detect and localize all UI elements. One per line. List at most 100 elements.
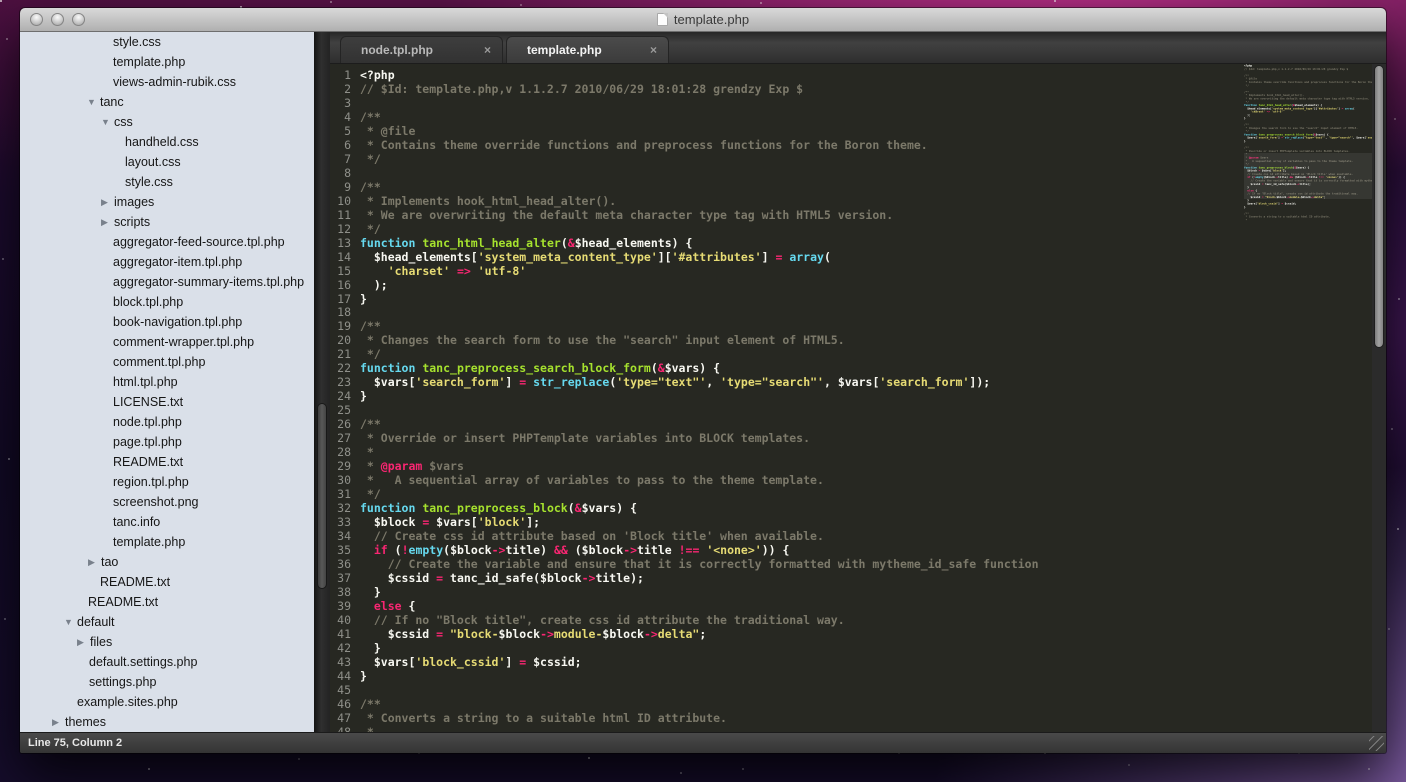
disclosure-triangle-icon[interactable]: ▶ xyxy=(101,192,114,212)
zoom-button[interactable] xyxy=(72,13,85,26)
editor-scrollbar[interactable] xyxy=(1372,64,1386,732)
tree-item-layout.css[interactable]: layout.css xyxy=(20,152,314,172)
code-area[interactable]: 1<?php2// $Id: template.php,v 1.1.2.7 20… xyxy=(330,64,1372,732)
title-bar[interactable]: template.php xyxy=(20,8,1386,32)
tree-folder-tao[interactable]: ▶tao xyxy=(20,552,314,572)
line-number: 5 xyxy=(330,124,360,138)
tree-item-aggregator-item.tpl.php[interactable]: aggregator-item.tpl.php xyxy=(20,252,314,272)
disclosure-triangle-icon[interactable]: ▼ xyxy=(64,612,77,632)
disclosure-triangle-icon[interactable]: ▶ xyxy=(52,712,65,732)
tree-item-label: LICENSE.txt xyxy=(113,395,183,409)
disclosure-triangle-icon[interactable]: ▶ xyxy=(101,212,114,232)
code-line: 32function tanc_preprocess_block(&$vars)… xyxy=(330,501,1372,515)
sidebar-scrollbar-thumb[interactable] xyxy=(317,403,327,589)
tree-item-template.php[interactable]: template.php xyxy=(20,52,314,72)
minimap[interactable]: <?php// $Id: template.php,v 1.1.2.7 2010… xyxy=(1244,64,1372,732)
tree-item-example.sites.php[interactable]: example.sites.php xyxy=(20,692,314,712)
line-number: 16 xyxy=(330,278,360,292)
tree-item-label: tanc.info xyxy=(113,515,160,529)
tree-item-aggregator-summary-items.tpl.php[interactable]: aggregator-summary-items.tpl.php xyxy=(20,272,314,292)
editor-scrollbar-thumb[interactable] xyxy=(1374,65,1384,348)
tab-close-icon[interactable]: × xyxy=(650,43,657,57)
tree-item-settings.php[interactable]: settings.php xyxy=(20,672,314,692)
line-number: 40 xyxy=(330,613,360,627)
tree-item-tanc.info[interactable]: tanc.info xyxy=(20,512,314,532)
close-button[interactable] xyxy=(30,13,43,26)
tree-item-screenshot.png[interactable]: screenshot.png xyxy=(20,492,314,512)
tree-item-label: screenshot.png xyxy=(113,495,198,509)
code-line: 27 * Override or insert PHPTemplate vari… xyxy=(330,431,1372,445)
line-number: 1 xyxy=(330,68,360,82)
disclosure-triangle-icon[interactable]: ▶ xyxy=(77,632,90,652)
tree-item-page.tpl.php[interactable]: page.tpl.php xyxy=(20,432,314,452)
disclosure-triangle-icon[interactable]: ▼ xyxy=(101,112,114,132)
line-number: 38 xyxy=(330,585,360,599)
line-number: 14 xyxy=(330,250,360,264)
tree-item-block.tpl.php[interactable]: block.tpl.php xyxy=(20,292,314,312)
line-number: 3 xyxy=(330,96,360,110)
tree-item-label: template.php xyxy=(113,535,185,549)
tree-folder-default[interactable]: ▼default xyxy=(20,612,314,632)
tree-item-README.txt[interactable]: README.txt xyxy=(20,592,314,612)
status-bar: Line 75, Column 2 xyxy=(20,732,1386,753)
tab-template.php[interactable]: template.php× xyxy=(506,36,669,63)
tree-item-aggregator-feed-source.tpl.php[interactable]: aggregator-feed-source.tpl.php xyxy=(20,232,314,252)
disclosure-triangle-icon[interactable]: ▼ xyxy=(87,92,100,112)
tree-item-README.txt[interactable]: README.txt xyxy=(20,572,314,592)
tree-item-views-admin-rubik.css[interactable]: views-admin-rubik.css xyxy=(20,72,314,92)
tree-item-label: views-admin-rubik.css xyxy=(113,75,236,89)
tree-item-html.tpl.php[interactable]: html.tpl.php xyxy=(20,372,314,392)
tree-item-LICENSE.txt[interactable]: LICENSE.txt xyxy=(20,392,314,412)
code-line: 18 xyxy=(330,305,1372,319)
minimap-viewport[interactable] xyxy=(1244,153,1372,199)
tree-item-comment.tpl.php[interactable]: comment.tpl.php xyxy=(20,352,314,372)
file-tree-sidebar[interactable]: style.css template.php views-admin-rubik.c… xyxy=(20,32,314,732)
tree-item-style.css[interactable]: style.css xyxy=(20,32,314,52)
line-number: 43 xyxy=(330,655,360,669)
line-number: 4 xyxy=(330,110,360,124)
resize-grip[interactable] xyxy=(1369,736,1384,751)
disclosure-triangle-icon[interactable]: ▶ xyxy=(88,552,101,572)
tab-close-icon[interactable]: × xyxy=(484,43,491,57)
line-number: 42 xyxy=(330,641,360,655)
tree-folder-files[interactable]: ▶files xyxy=(20,632,314,652)
tree-item-label: style.css xyxy=(113,35,161,49)
tree-folder-css[interactable]: ▼css xyxy=(20,112,314,132)
tree-item-book-navigation.tpl.php[interactable]: book-navigation.tpl.php xyxy=(20,312,314,332)
tree-item-label: layout.css xyxy=(125,155,181,169)
tree-folder-images[interactable]: ▶images xyxy=(20,192,314,212)
tree-item-default.settings.php[interactable]: default.settings.php xyxy=(20,652,314,672)
minimize-button[interactable] xyxy=(51,13,64,26)
line-number: 6 xyxy=(330,138,360,152)
line-number: 29 xyxy=(330,459,360,473)
tree-item-label: page.tpl.php xyxy=(113,435,182,449)
star-field xyxy=(0,0,2,2)
code-line: 34 // Create css id attribute based on '… xyxy=(330,529,1372,543)
tree-folder-tanc[interactable]: ▼tanc xyxy=(20,92,314,112)
line-number: 31 xyxy=(330,487,360,501)
tree-item-label: default.settings.php xyxy=(89,655,197,669)
tree-item-README.txt[interactable]: README.txt xyxy=(20,452,314,472)
tree-item-label: book-navigation.tpl.php xyxy=(113,315,242,329)
line-number: 33 xyxy=(330,515,360,529)
code-line: 38 } xyxy=(330,585,1372,599)
tree-item-label: README.txt xyxy=(113,455,183,469)
tree-item-node.tpl.php[interactable]: node.tpl.php xyxy=(20,412,314,432)
tree-item-style.css[interactable]: style.css xyxy=(20,172,314,192)
tab-node.tpl.php[interactable]: node.tpl.php× xyxy=(340,36,503,63)
code-line: 37 $cssid = tanc_id_safe($block->title); xyxy=(330,571,1372,585)
tree-item-handheld.css[interactable]: handheld.css xyxy=(20,132,314,152)
code-line: 15 'charset' => 'utf-8' xyxy=(330,264,1372,278)
tree-folder-themes[interactable]: ▶themes xyxy=(20,712,314,732)
line-number: 44 xyxy=(330,669,360,683)
line-number: 8 xyxy=(330,166,360,180)
line-number: 21 xyxy=(330,347,360,361)
tree-folder-scripts[interactable]: ▶scripts xyxy=(20,212,314,232)
tree-item-comment-wrapper.tpl.php[interactable]: comment-wrapper.tpl.php xyxy=(20,332,314,352)
tree-item-label: themes xyxy=(65,715,106,729)
tree-item-label: template.php xyxy=(113,55,185,69)
sidebar-scrollbar[interactable] xyxy=(314,32,330,732)
tree-item-region.tpl.php[interactable]: region.tpl.php xyxy=(20,472,314,492)
code-line: 3 xyxy=(330,96,1372,110)
tree-item-template.php[interactable]: template.php xyxy=(20,532,314,552)
